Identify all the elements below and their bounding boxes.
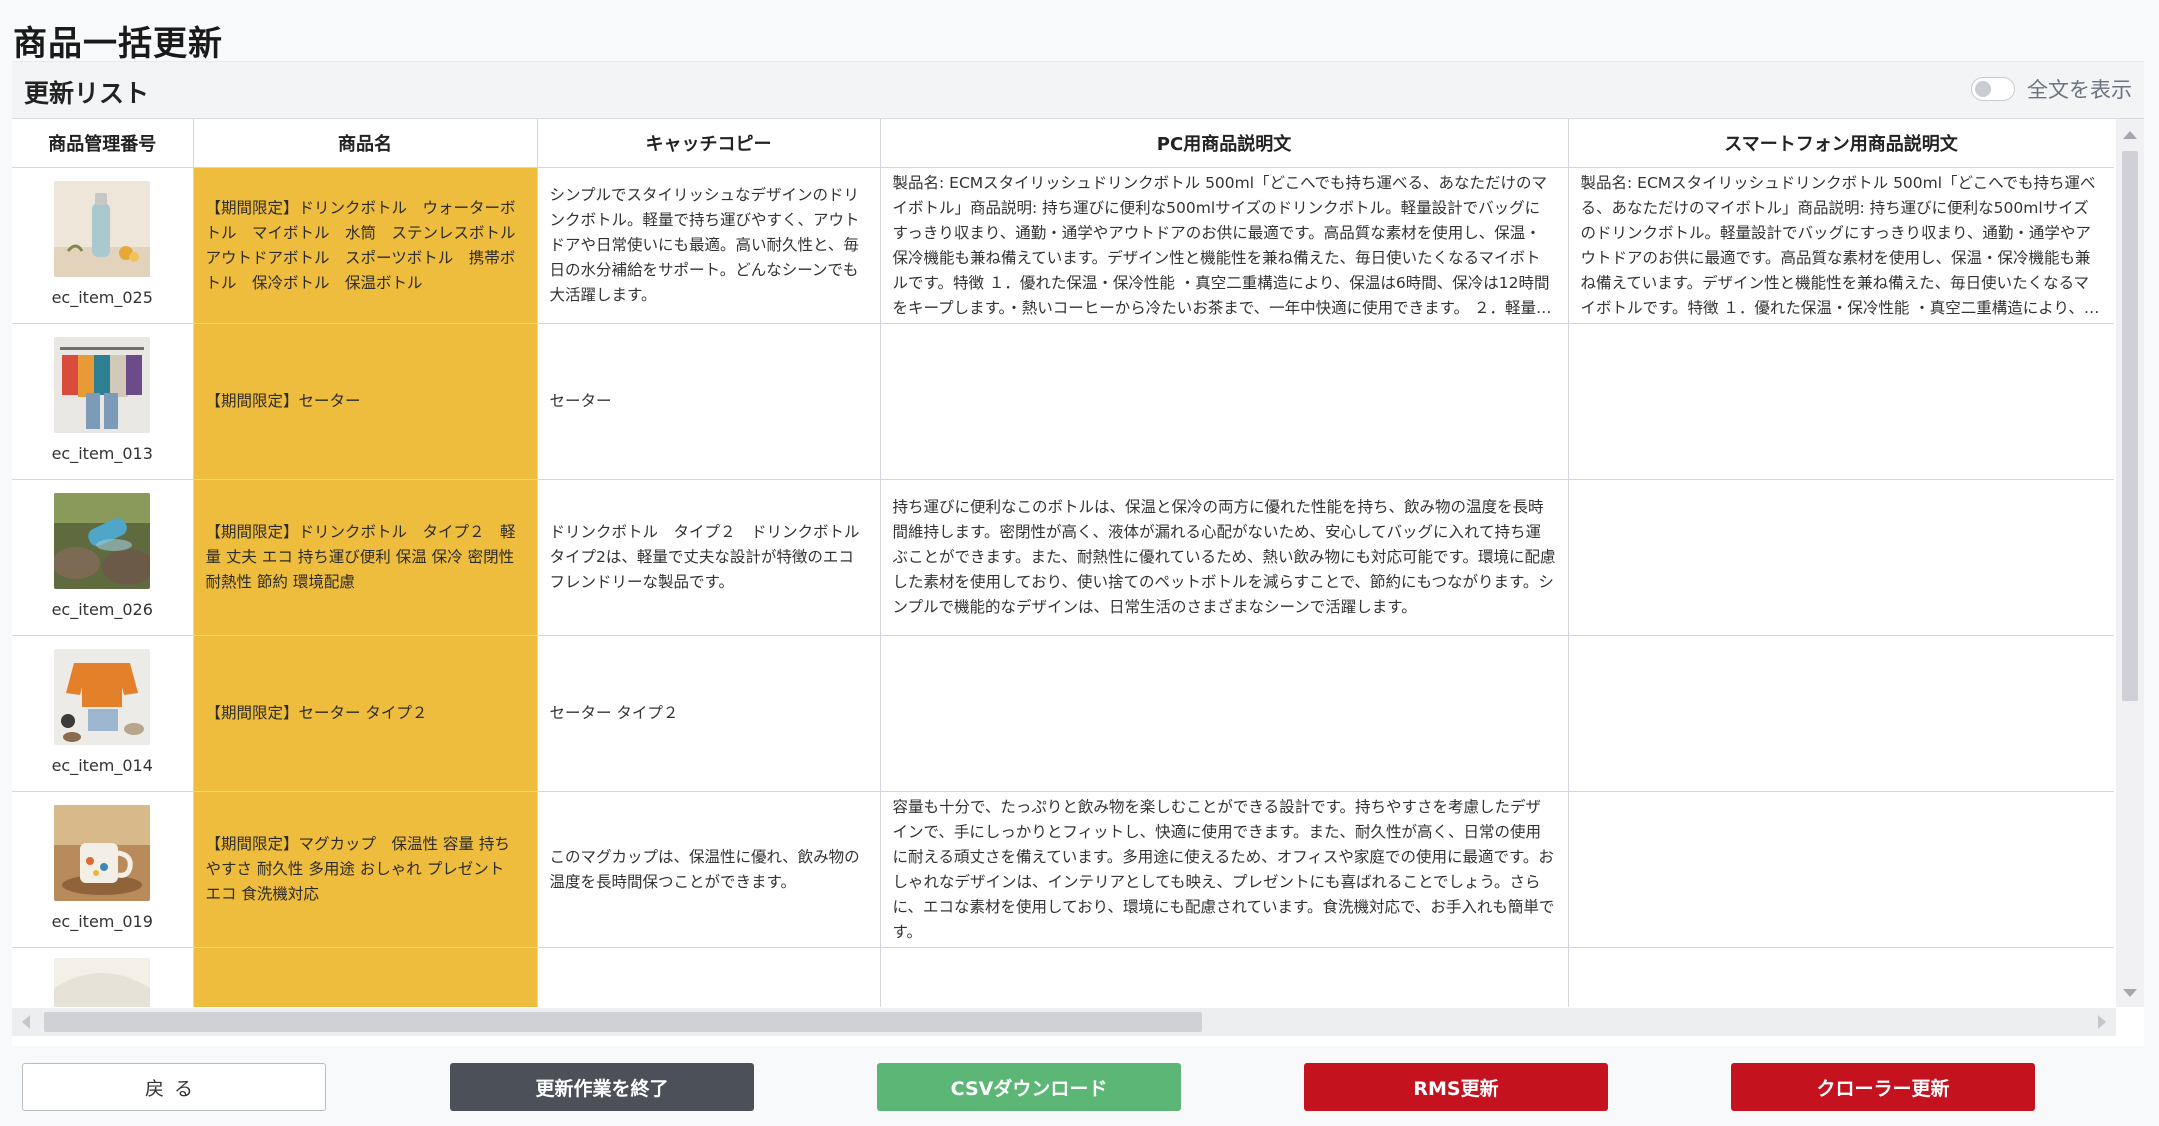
product-id-cell: ec_item_026 <box>12 479 194 636</box>
bottle-on-rocks-thumbnail <box>54 493 151 589</box>
product-id: ec_item_013 <box>51 444 153 463</box>
table-row: ec_item_019 【期間限定】マグカップ 保温性 容量 持ちやすさ 耐久性… <box>12 791 2114 948</box>
update-table: 商品管理番号 商品名 キャッチコピー PC用商品説明文 スマートフォン用商品説明… <box>12 119 2114 1007</box>
sp-description-cell[interactable] <box>1568 323 2114 480</box>
back-button[interactable]: 戻る <box>22 1063 326 1111</box>
sp-description-cell[interactable]: 製品名: ECMスタイリッシュドリンクボトル 500ml「どこへでも持ち運べる、… <box>1568 167 2114 324</box>
pc-description-text: 持ち運びに便利なこのボトルは、保温と保冷の両方に優れた性能を持ち、飲み物の温度を… <box>892 498 1556 616</box>
catch-copy-cell[interactable]: ドリンクボトル タイプ２ ドリンクボトル タイプ2は、軽量で丈夫な設計が特徴のエ… <box>537 479 881 636</box>
header-sp-description[interactable]: スマートフォン用商品説明文 <box>1568 119 2114 168</box>
product-id-cell: ec_item_025 <box>12 167 194 324</box>
catch-copy-cell[interactable]: シンプルでスタイリッシュなデザインのドリンクボトル。軽量で持ち運びやすく、アウト… <box>537 167 881 324</box>
catch-copy-cell[interactable]: セーター <box>537 323 881 480</box>
scroll-left-arrow-icon[interactable] <box>22 1015 30 1029</box>
product-id: ec_item_025 <box>51 288 153 307</box>
table-row: ec_item_026 【期間限定】ドリンクボトル タイプ２ 軽量 丈夫 エコ … <box>12 479 2114 636</box>
horizontal-scrollbar[interactable] <box>12 1008 2116 1036</box>
catch-copy-cell[interactable]: セーター タイプ２ <box>537 635 881 792</box>
water-bottle-thumbnail <box>54 181 151 277</box>
table-row: ec_item_025 【期間限定】ドリンクボトル ウォーターボトル マイボトル… <box>12 167 2114 324</box>
product-id-cell <box>12 947 194 1007</box>
sp-description-cell[interactable] <box>1568 791 2114 948</box>
product-name-cell[interactable]: 【期間限定】セーター <box>193 323 538 480</box>
sp-description-cell[interactable] <box>1568 479 2114 636</box>
table-row: ec_item_013 【期間限定】セーター セーター <box>12 323 2114 480</box>
sweaters-rack-thumbnail <box>54 337 151 433</box>
header-pc-description[interactable]: PC用商品説明文 <box>880 119 1569 168</box>
product-name-cell[interactable]: 【期間限定】ドリンクボトル タイプ２ 軽量 丈夫 エコ 持ち運び便利 保温 保冷… <box>193 479 538 636</box>
show-fulltext-toggle[interactable] <box>1971 77 2015 101</box>
sp-description-cell[interactable] <box>1568 947 2114 1007</box>
show-fulltext-control: 全文を表示 <box>1971 74 2132 104</box>
table-row: ec_item_014 【期間限定】セーター タイプ２ セーター タイプ２ <box>12 635 2114 792</box>
scroll-right-arrow-icon[interactable] <box>2098 1015 2106 1029</box>
scroll-up-arrow-icon[interactable] <box>2123 131 2137 139</box>
crawler-update-button[interactable]: クローラー更新 <box>1731 1063 2035 1111</box>
horizontal-scrollbar-thumb[interactable] <box>44 1012 1202 1032</box>
table-row <box>12 947 2114 1007</box>
sp-description-text: 製品名: ECMスタイリッシュドリンクボトル 500ml「どこへでも持ち運べる、… <box>1580 173 2100 317</box>
pc-description-cell[interactable] <box>880 635 1569 792</box>
product-id-cell: ec_item_019 <box>12 791 194 948</box>
pc-description-cell[interactable]: 製品名: ECMスタイリッシュドリンクボトル 500ml「どこへでも持ち運べる、… <box>880 167 1569 324</box>
scroll-down-arrow-icon[interactable] <box>2123 989 2137 997</box>
product-name-cell[interactable] <box>193 947 538 1007</box>
product-name-cell[interactable]: 【期間限定】ドリンクボトル ウォーターボトル マイボトル 水筒 ステンレスボトル… <box>193 167 538 324</box>
product-id-cell: ec_item_014 <box>12 635 194 792</box>
product-id: ec_item_019 <box>51 912 153 931</box>
catch-copy-cell[interactable] <box>537 947 881 1007</box>
product-id-cell: ec_item_013 <box>12 323 194 480</box>
pc-description-cell[interactable]: 持ち運びに便利なこのボトルは、保温と保冷の両方に優れた性能を持ち、飲み物の温度を… <box>880 479 1569 636</box>
show-fulltext-label[interactable]: 全文を表示 <box>2027 74 2132 104</box>
pc-description-cell[interactable] <box>880 323 1569 480</box>
toggle-knob <box>1975 81 1991 97</box>
mug-cup-thumbnail <box>54 805 151 901</box>
panel-header: 更新リスト 全文を表示 <box>12 62 2144 119</box>
vertical-scrollbar[interactable] <box>2116 119 2144 1007</box>
pc-description-cell[interactable]: 容量も十分で、たっぷりと飲み物を楽しむことができる設計です。持ちやすさを考慮した… <box>880 791 1569 948</box>
finish-update-button[interactable]: 更新作業を終了 <box>450 1063 754 1111</box>
csv-download-button[interactable]: CSVダウンロード <box>877 1063 1181 1111</box>
pc-description-text: 容量も十分で、たっぷりと飲み物を楽しむことができる設計です。持ちやすさを考慮した… <box>892 797 1555 941</box>
panel-title: 更新リスト <box>24 79 150 108</box>
product-thumbnail <box>54 958 151 1007</box>
header-product-id[interactable]: 商品管理番号 <box>12 119 194 168</box>
update-table-viewport: 商品管理番号 商品名 キャッチコピー PC用商品説明文 スマートフォン用商品説明… <box>12 119 2114 1007</box>
header-product-name[interactable]: 商品名 <box>193 119 538 168</box>
product-name-cell[interactable]: 【期間限定】マグカップ 保温性 容量 持ちやすさ 耐久性 多用途 おしゃれ プレ… <box>193 791 538 948</box>
rms-update-button[interactable]: RMS更新 <box>1304 1063 1608 1111</box>
pc-description-cell[interactable] <box>880 947 1569 1007</box>
product-id: ec_item_026 <box>51 600 153 619</box>
update-list-panel: 更新リスト 全文を表示 商品管理番号 商品名 キャッチコピー PC用商品説明文 … <box>12 61 2144 1046</box>
table-header-row: 商品管理番号 商品名 キャッチコピー PC用商品説明文 スマートフォン用商品説明… <box>12 119 2114 168</box>
product-id: ec_item_014 <box>51 756 153 775</box>
vertical-scrollbar-thumb[interactable] <box>2122 151 2138 701</box>
catch-copy-cell[interactable]: このマグカップは、保温性に優れ、飲み物の温度を長時間保つことができます。 <box>537 791 881 948</box>
pc-description-text: 製品名: ECMスタイリッシュドリンクボトル 500ml「どこへでも持ち運べる、… <box>892 173 1552 317</box>
product-name-cell[interactable]: 【期間限定】セーター タイプ２ <box>193 635 538 792</box>
sweater-outfit-thumbnail <box>54 649 151 745</box>
header-catch-copy[interactable]: キャッチコピー <box>537 119 881 168</box>
page-title: 商品一括更新 <box>13 24 223 64</box>
sp-description-cell[interactable] <box>1568 635 2114 792</box>
